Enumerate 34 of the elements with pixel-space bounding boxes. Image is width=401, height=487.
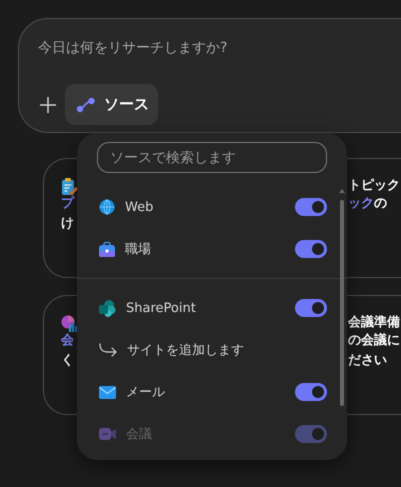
curved-arrow-icon	[99, 343, 117, 357]
card-text: 会	[61, 332, 74, 350]
card-text: ださい	[348, 352, 387, 370]
video-camera-icon	[99, 428, 116, 440]
briefcase-icon	[99, 242, 115, 256]
toggle-switch[interactable]	[295, 240, 327, 258]
scrollbar[interactable]	[340, 200, 344, 406]
card-text: け	[61, 215, 74, 233]
add-site-link[interactable]: サイトを追加します	[97, 329, 327, 371]
card-text: ック	[348, 195, 374, 213]
connected-dots-icon	[76, 96, 96, 112]
card-text: く	[61, 352, 74, 370]
scroll-up-arrow-icon[interactable]	[339, 189, 345, 193]
toggle-switch[interactable]	[295, 198, 327, 216]
circles-icon	[99, 300, 116, 316]
toggle-switch[interactable]	[295, 383, 327, 401]
pie-chart-icon	[61, 314, 78, 332]
add-button[interactable]	[38, 94, 58, 114]
globe-icon	[99, 199, 115, 215]
source-item[interactable]: SharePoint	[97, 287, 327, 329]
card-text: の	[374, 195, 387, 213]
sources-button[interactable]: ソース	[65, 84, 158, 125]
source-item[interactable]: メール	[97, 371, 327, 413]
source-item[interactable]: 職場	[97, 228, 327, 270]
card-text: プ	[61, 194, 74, 213]
clipboard-icon	[61, 178, 78, 194]
card-title: トピック	[348, 177, 400, 195]
search-field[interactable]: ソースで検索します	[97, 142, 327, 173]
source-item[interactable]: Web	[97, 186, 327, 228]
card-title: 会議準備	[348, 314, 400, 332]
card-text: の会議に	[348, 332, 400, 350]
toggle-switch[interactable]	[295, 299, 327, 317]
envelope-icon	[99, 386, 116, 398]
prompt-field[interactable]: 今日は何をリサーチしますか?	[38, 37, 358, 59]
